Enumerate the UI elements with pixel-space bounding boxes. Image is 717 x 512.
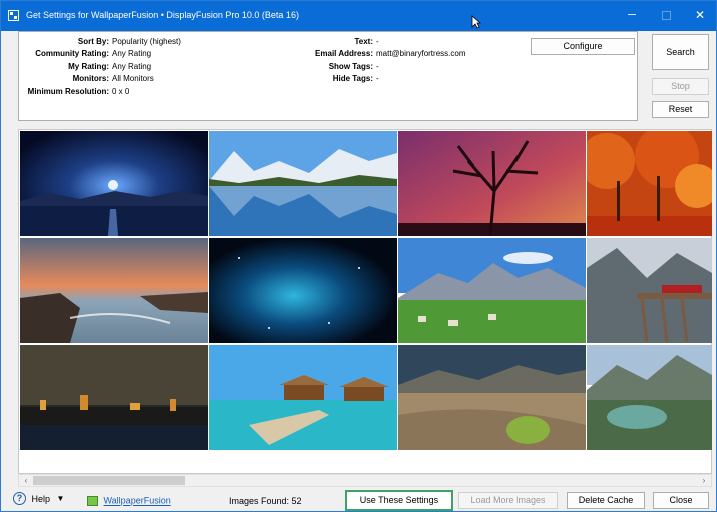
delete-cache-button[interactable]: Delete Cache	[567, 492, 645, 509]
setting-value: Any Rating	[112, 49, 152, 58]
desert-dunes-image	[398, 345, 586, 450]
close-button[interactable]: Close	[653, 492, 709, 509]
wallpaper-thumbnail[interactable]	[398, 345, 586, 450]
wallpaper-thumbnail[interactable]	[209, 238, 397, 343]
wallpaper-thumbnail[interactable]	[398, 131, 586, 236]
setting-value: -	[376, 37, 379, 46]
wallpaperfusion-icon	[87, 495, 98, 506]
setting-value: -	[376, 62, 379, 71]
configure-button[interactable]: Configure	[531, 38, 635, 55]
stop-button[interactable]: Stop	[652, 78, 709, 95]
chevron-down-icon: ▼	[56, 494, 65, 503]
settings-summary-panel: Sort By: Popularity (highest) Community …	[18, 31, 638, 121]
setting-value: Popularity (highest)	[112, 37, 181, 46]
wallpaper-thumbnail[interactable]	[20, 345, 208, 450]
setting-label: Text:	[354, 37, 373, 46]
wallpaperfusion-link[interactable]: WallpaperFusion	[87, 495, 171, 506]
snowy-railway-bridge-image	[587, 238, 712, 343]
setting-value: All Monitors	[112, 74, 154, 83]
app-icon	[8, 10, 19, 21]
footer-bar: ? Help ▼ WallpaperFusion Images Found: 5…	[1, 488, 716, 512]
setting-value: Any Rating	[112, 62, 152, 71]
scroll-right-icon[interactable]: ›	[698, 475, 710, 486]
help-icon: ?	[13, 492, 26, 505]
maximize-icon	[661, 10, 671, 20]
alpine-village-image	[398, 238, 586, 343]
setting-row-text: Text: -	[269, 37, 519, 49]
close-window-button[interactable]: ✕	[683, 1, 717, 31]
load-more-images-button[interactable]: Load More Images	[458, 492, 558, 509]
settings-window: Get Settings for WallpaperFusion • Displ…	[0, 0, 717, 512]
scrollbar-thumb[interactable]	[33, 476, 185, 485]
wallpaper-thumbnail[interactable]	[20, 131, 208, 236]
setting-label: Hide Tags:	[332, 74, 373, 83]
setting-value: matt@binaryfortress.com	[376, 49, 466, 58]
setting-label: Sort By:	[77, 37, 109, 46]
setting-label: Minimum Resolution:	[27, 87, 109, 96]
horizontal-scrollbar[interactable]: ‹ ›	[18, 474, 712, 487]
scroll-left-icon[interactable]: ‹	[20, 475, 32, 486]
night-moon-lake-image	[20, 131, 208, 236]
title-bar[interactable]: Get Settings for WallpaperFusion • Displ…	[1, 1, 716, 31]
wallpaper-thumbnail[interactable]	[587, 238, 717, 343]
setting-label: Email Address:	[315, 49, 373, 58]
window-title: Get Settings for WallpaperFusion • Displ…	[26, 10, 299, 20]
setting-label: Community Rating:	[35, 49, 109, 58]
maximize-button[interactable]	[649, 1, 683, 31]
mountain-glacier-lake-image	[587, 345, 712, 450]
setting-label: My Rating:	[68, 62, 109, 71]
reset-button[interactable]: Reset	[652, 101, 709, 118]
minimize-button[interactable]: ─	[615, 1, 649, 31]
setting-value: 0 x 0	[112, 87, 130, 96]
sunset-rocky-coast-image	[20, 238, 208, 343]
setting-row-hide-tags: Hide Tags: -	[269, 74, 519, 86]
search-button[interactable]: Search	[652, 34, 709, 70]
mountain-lake-reflection-image	[209, 131, 397, 236]
setting-label: Monitors:	[72, 74, 109, 83]
sunset-tree-silhouette-image	[398, 131, 586, 236]
mouse-cursor-icon	[471, 15, 481, 29]
wallpaper-thumbnail[interactable]	[209, 345, 397, 450]
wallpaper-thumbnail[interactable]	[587, 131, 717, 236]
wallpaperfusion-link-text: WallpaperFusion	[103, 495, 171, 506]
blue-nebula-image	[209, 238, 397, 343]
setting-row-show-tags: Show Tags: -	[269, 62, 519, 74]
wallpaper-thumbnail[interactable]	[587, 345, 717, 450]
setting-label: Show Tags:	[328, 62, 373, 71]
autumn-red-trees-image	[587, 131, 712, 236]
help-button[interactable]: ? Help ▼	[13, 492, 64, 508]
wallpaper-thumbnail[interactable]	[398, 238, 586, 343]
wallpaper-thumbnail[interactable]	[20, 238, 208, 343]
city-night-skyline-image	[20, 345, 208, 450]
setting-value: -	[376, 74, 379, 83]
tropical-water-bungalows-image	[209, 345, 397, 450]
setting-row-minimum-resolution: Minimum Resolution: 0 x 0	[19, 87, 319, 99]
help-label: Help	[31, 493, 51, 504]
wallpaper-gallery	[18, 129, 712, 474]
setting-row-email-address: Email Address: matt@binaryfortress.com	[269, 49, 519, 61]
images-found-count: Images Found: 52	[229, 496, 302, 506]
wallpaper-thumbnail[interactable]	[209, 131, 397, 236]
use-these-settings-button[interactable]: Use These Settings	[345, 490, 453, 511]
